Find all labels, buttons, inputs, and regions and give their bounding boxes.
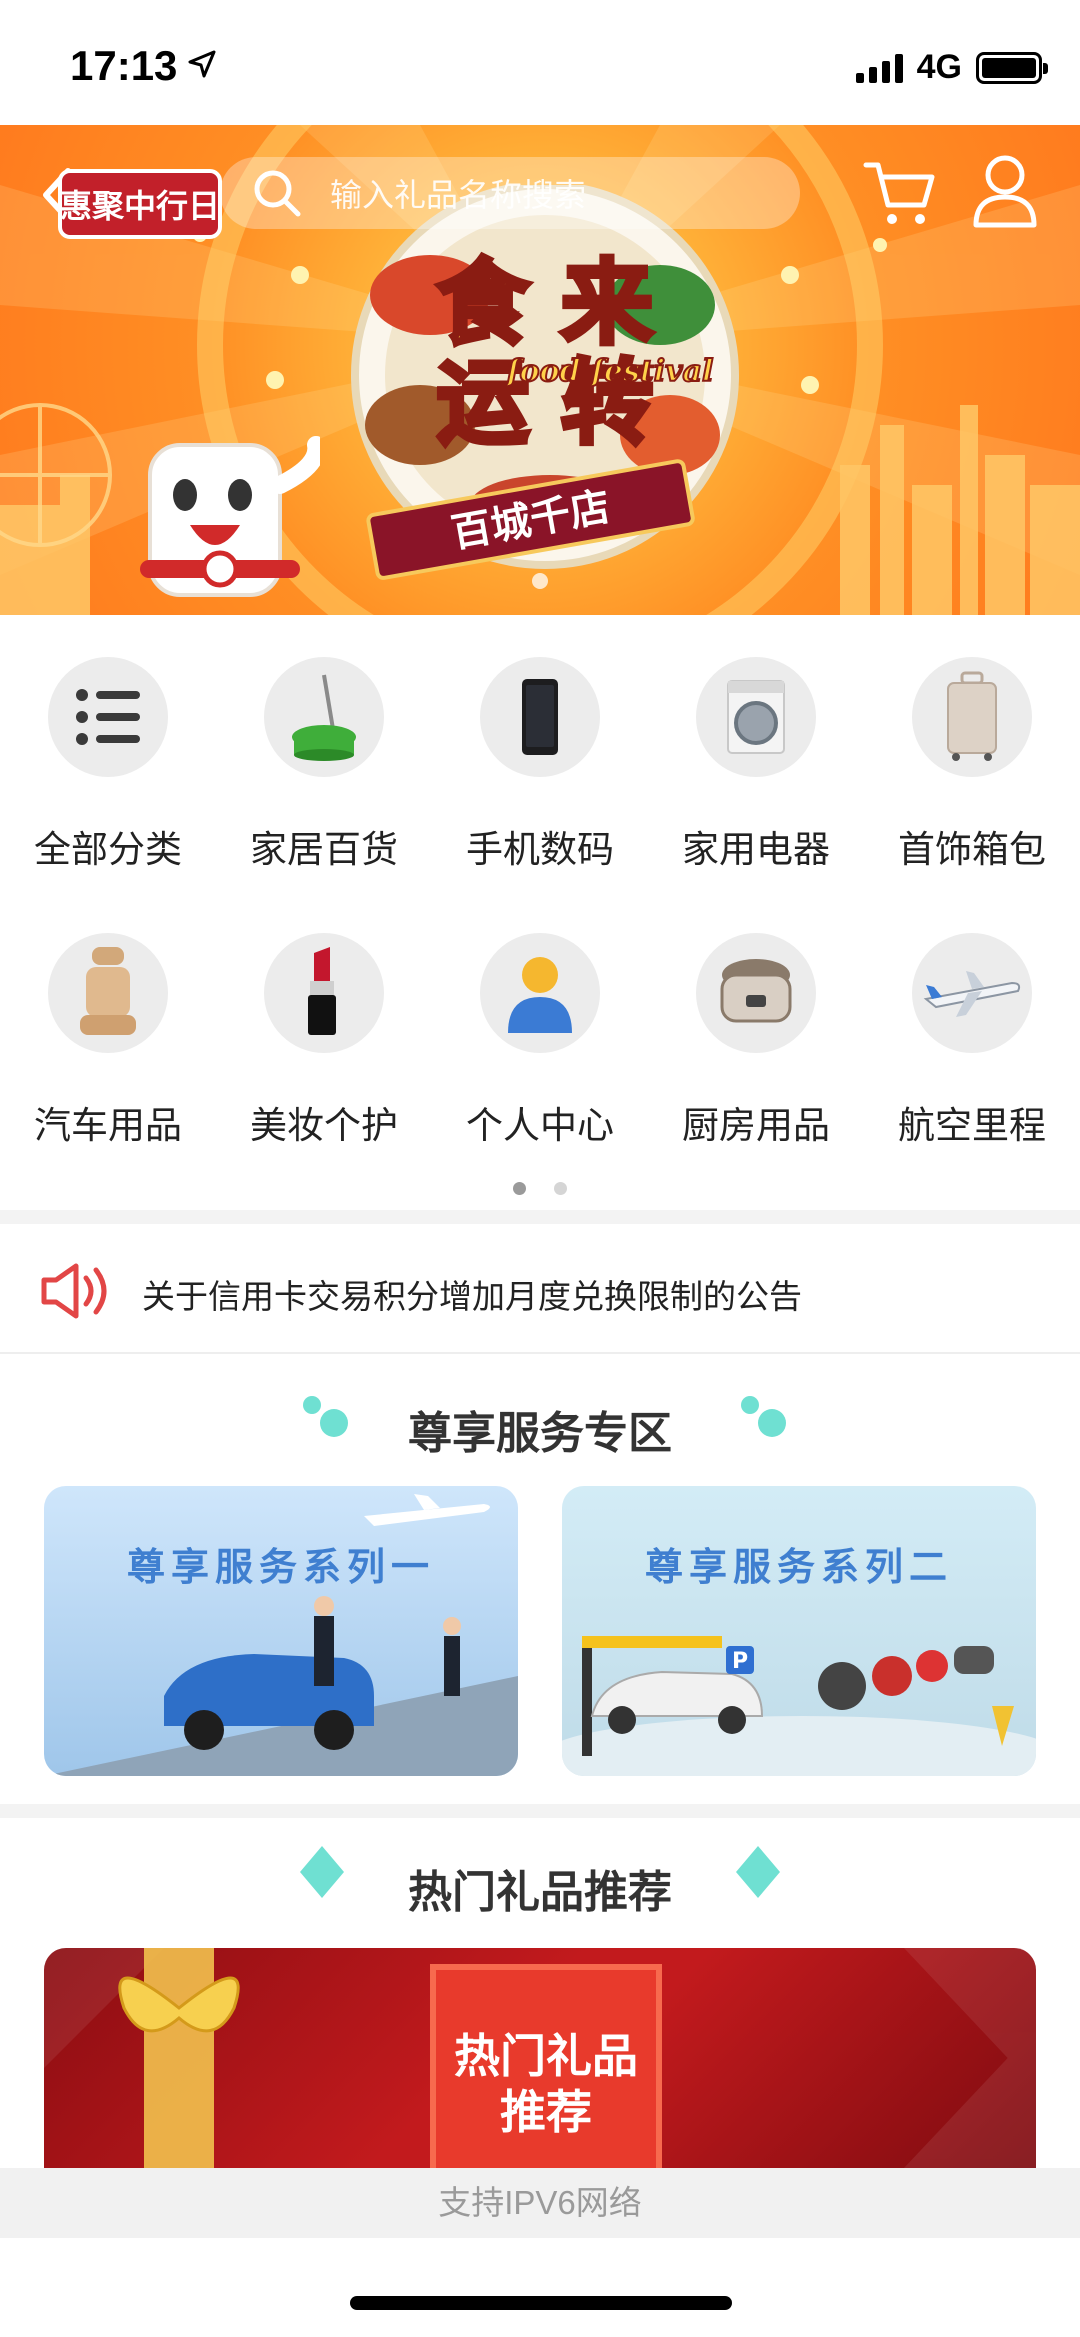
- category-label: 家用电器: [682, 829, 830, 870]
- airplane-icon: [923, 971, 1021, 1017]
- category-beauty[interactable]: 美妆个护: [216, 933, 432, 1149]
- category-phones[interactable]: 手机数码: [432, 657, 648, 873]
- category-pager: [0, 1182, 1080, 1195]
- mop-bucket-icon: [292, 674, 356, 761]
- category-kitchen[interactable]: 厨房用品: [648, 933, 864, 1149]
- svg-text:食 来: 食 来: [437, 249, 653, 357]
- search-bar[interactable]: 输入礼品名称搜索: [220, 157, 800, 229]
- category-label: 航空里程: [898, 1105, 1046, 1146]
- category-label: 厨房用品: [682, 1105, 830, 1146]
- washing-machine-icon: [727, 680, 785, 754]
- service-card-2-title: 尊享服务系列二: [644, 1547, 953, 1589]
- search-placeholder[interactable]: 输入礼品名称搜索: [330, 170, 586, 216]
- category-row-2: 汽车用品 美妆个护 个人中心 厨房用品 航空里程: [0, 933, 1080, 1149]
- svg-text:food festival: food festival: [505, 354, 714, 389]
- hero-banner[interactable]: 食 来 运 转 food festival 百城千店 惠聚中行日 输入礼品名称搜…: [0, 125, 1080, 615]
- divider: [0, 1804, 1080, 1818]
- category-home-goods[interactable]: 家居百货: [216, 657, 432, 873]
- footer-bar: 支持IPV6网络: [0, 2168, 1080, 2238]
- service-section-title: 尊享服务专区: [408, 1409, 672, 1458]
- gift-banner-text: 热门礼品 推荐: [430, 2028, 662, 2140]
- pager-dot-active: [513, 1182, 526, 1195]
- gift-banner-line2: 推荐: [500, 2086, 592, 2138]
- home-indicator[interactable]: [350, 2296, 732, 2310]
- search-icon: [254, 170, 301, 217]
- svg-text:P: P: [732, 1649, 748, 1674]
- gift-banner-line1: 热门礼品: [454, 2030, 638, 2082]
- lipstick-icon: [308, 947, 336, 1035]
- car-seat-icon: [80, 947, 136, 1035]
- signal-icon: [855, 53, 903, 83]
- list-icon: [76, 689, 140, 745]
- footer-text: 支持IPV6网络: [438, 2184, 642, 2221]
- hot-gifts-banner[interactable]: 热门礼品 推荐: [44, 1948, 1036, 2168]
- category-label: 手机数码: [466, 829, 614, 870]
- category-air-miles[interactable]: 航空里程: [864, 933, 1080, 1149]
- category-label: 个人中心: [466, 1105, 614, 1146]
- category-label: 全部分类: [34, 829, 182, 870]
- brand-logo: 惠聚中行日: [58, 169, 222, 239]
- rice-cooker-icon: [720, 959, 792, 1023]
- gift-section-title: 热门礼品推荐: [408, 1868, 672, 1917]
- category-label: 首饰箱包: [898, 829, 1046, 870]
- category-row-1: 全部分类 家居百货 手机数码 家用电器 首饰箱包: [0, 657, 1080, 873]
- category-personal-center[interactable]: 个人中心: [432, 933, 648, 1149]
- category-label: 美妆个护: [250, 1105, 398, 1146]
- decorative-dots-icon: [741, 1396, 786, 1437]
- suitcase-icon: [947, 671, 997, 761]
- mascot-illustration: [140, 436, 320, 597]
- status-time: 17:13: [70, 42, 178, 89]
- location-arrow-icon: [188, 50, 216, 78]
- network-type: 4G: [916, 48, 962, 86]
- person-icon: [508, 957, 572, 1033]
- gift-section-header: 热门礼品推荐: [0, 1842, 1080, 1922]
- service-section-header: 尊享服务专区: [0, 1383, 1080, 1463]
- service-cards: 尊享服务系列一 P 尊享服务系列二: [44, 1486, 1036, 1776]
- category-appliances[interactable]: 家用电器: [648, 657, 864, 873]
- divider: [0, 1210, 1080, 1224]
- banner-page-indicator: [532, 573, 548, 589]
- pager-dot: [554, 1182, 567, 1195]
- decorative-diamond-icon: [736, 1846, 780, 1898]
- food-festival-artwork: 食 来 运 转 food festival 百城千店: [351, 185, 739, 580]
- speaker-icon: [41, 1263, 107, 1319]
- category-all[interactable]: 全部分类: [0, 657, 216, 873]
- service-card-1-title: 尊享服务系列一: [126, 1547, 435, 1589]
- announcement-bar[interactable]: 关于信用卡交易积分增加月度兑换限制的公告: [0, 1224, 1080, 1354]
- service-card-2[interactable]: P 尊享服务系列二: [562, 1486, 1036, 1776]
- cart-icon[interactable]: [862, 155, 938, 231]
- announcement-text[interactable]: 关于信用卡交易积分增加月度兑换限制的公告: [142, 1270, 802, 1318]
- service-card-1-image: [44, 1486, 518, 1776]
- status-indicators: 4G: [855, 48, 1048, 87]
- category-jewelry-bags[interactable]: 首饰箱包: [864, 657, 1080, 873]
- svg-text:惠聚中行日: 惠聚中行日: [60, 187, 220, 225]
- user-profile-icon[interactable]: [970, 151, 1040, 231]
- service-card-1[interactable]: 尊享服务系列一: [44, 1486, 518, 1776]
- category-grid: 全部分类 家居百货 手机数码 家用电器 首饰箱包 汽车用品 美妆个护 个人中心 …: [0, 615, 1080, 1210]
- category-label: 家居百货: [250, 829, 398, 870]
- service-card-2-image: P: [562, 1486, 1036, 1776]
- category-car[interactable]: 汽车用品: [0, 933, 216, 1149]
- status-bar: 17:13 4G: [0, 0, 1080, 125]
- category-label: 汽车用品: [34, 1105, 182, 1146]
- phone-icon: [522, 679, 558, 755]
- battery-icon: [976, 51, 1048, 84]
